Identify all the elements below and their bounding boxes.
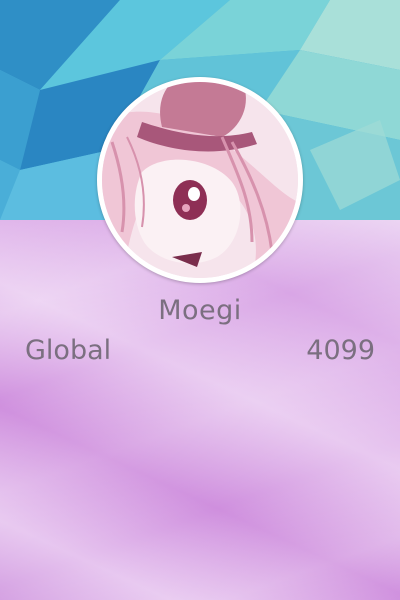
rank-value: 4099: [306, 335, 375, 366]
avatar[interactable]: [97, 77, 303, 283]
username: Moegi: [158, 295, 242, 326]
profile-card: Moegi Global 4099: [0, 0, 400, 600]
rank-label: Global: [25, 335, 112, 366]
avatar-image: [102, 82, 298, 278]
rank-row: Global 4099: [25, 335, 375, 371]
